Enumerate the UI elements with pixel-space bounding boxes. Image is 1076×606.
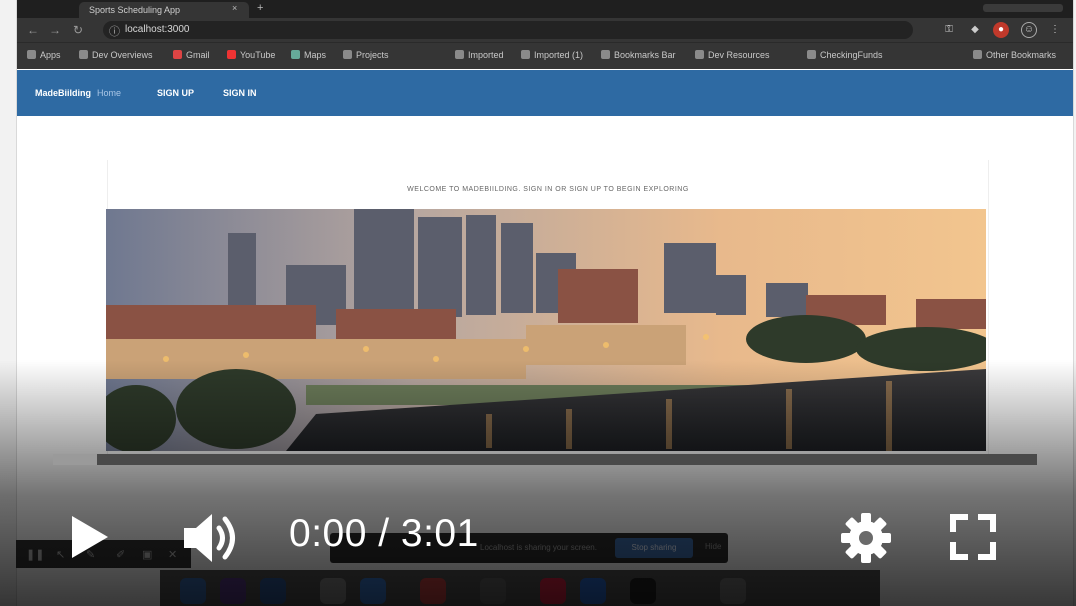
- cursor-icon[interactable]: ↖: [56, 548, 65, 561]
- apps-icon: [27, 50, 36, 59]
- app-icon[interactable]: [260, 578, 286, 604]
- terminal-icon[interactable]: [630, 578, 656, 604]
- signin-link[interactable]: SIGN IN: [223, 88, 257, 98]
- bookmark-item[interactable]: Bookmarks Bar: [601, 50, 676, 60]
- settings-button[interactable]: [840, 512, 892, 564]
- site-navbar: MadeBiilding Home SIGN UP SIGN IN: [17, 70, 1073, 116]
- address-bar[interactable]: ⓘ localhost:3000: [103, 21, 913, 39]
- site-info-icon[interactable]: ⓘ: [109, 23, 120, 39]
- folder-icon: [695, 50, 704, 59]
- close-icon[interactable]: ✕: [168, 548, 177, 561]
- pencil-icon[interactable]: ✐: [116, 548, 125, 561]
- back-icon[interactable]: ←: [27, 23, 39, 37]
- reload-icon[interactable]: ↻: [73, 23, 83, 37]
- volume-button[interactable]: [182, 510, 242, 566]
- bookmark-item[interactable]: Projects: [343, 50, 389, 60]
- brand-link[interactable]: MadeBiilding: [35, 88, 91, 98]
- url-text: localhost:3000: [125, 24, 190, 35]
- app-icon[interactable]: [420, 578, 446, 604]
- screen-share-text: Localhost is sharing your screen.: [480, 543, 597, 552]
- folder-icon: [601, 50, 610, 59]
- forward-icon[interactable]: →: [49, 23, 61, 37]
- play-button[interactable]: [68, 512, 112, 562]
- progress-played: [53, 454, 98, 465]
- video-progress-bar[interactable]: [53, 454, 1037, 465]
- hide-button[interactable]: Hide: [705, 542, 721, 551]
- fullscreen-button[interactable]: [950, 514, 996, 560]
- bookmark-item[interactable]: Dev Resources: [695, 50, 770, 60]
- app-icon[interactable]: [360, 578, 386, 604]
- folder-icon: [973, 50, 982, 59]
- tab-title: Sports Scheduling App: [89, 5, 181, 15]
- extension-icon[interactable]: ⚿: [941, 22, 957, 38]
- os-dock: [160, 570, 880, 606]
- trash-icon[interactable]: [720, 578, 746, 604]
- menu-icon[interactable]: ⋮: [1047, 22, 1063, 38]
- signup-link[interactable]: SIGN UP: [157, 88, 194, 98]
- folder-icon: [521, 50, 530, 59]
- time-display: 0:00 / 3:01: [289, 512, 479, 555]
- bookmark-item[interactable]: Apps: [27, 50, 61, 60]
- bookmark-item[interactable]: Dev Overviews: [79, 50, 153, 60]
- bookmark-item[interactable]: Gmail: [173, 50, 210, 60]
- browser-toolbar: ← → ↻ ⓘ localhost:3000 ⚿ ◆ ● ☺ ⋮: [17, 18, 1073, 42]
- gmail-icon: [173, 50, 182, 59]
- profile-icon[interactable]: ☺: [1021, 22, 1037, 38]
- folder-icon: [455, 50, 464, 59]
- fullscreen-icon: [950, 514, 996, 560]
- new-tab-icon[interactable]: +: [257, 2, 263, 14]
- trash-icon[interactable]: ▣: [142, 548, 152, 561]
- puzzle-icon[interactable]: ◆: [967, 22, 983, 38]
- bookmark-item[interactable]: CheckingFunds: [807, 50, 883, 60]
- vscode-icon[interactable]: [580, 578, 606, 604]
- maps-icon: [291, 50, 300, 59]
- finder-icon[interactable]: [180, 578, 206, 604]
- browser-tabstrip: Sports Scheduling App × +: [17, 0, 1073, 18]
- bookmark-item[interactable]: Other Bookmarks: [973, 50, 1056, 60]
- app-icon[interactable]: [480, 578, 506, 604]
- window-controls[interactable]: [983, 4, 1063, 12]
- chrome-icon[interactable]: [540, 578, 566, 604]
- progress-loaded: [53, 454, 1037, 465]
- pause-icon[interactable]: ❚❚: [26, 548, 44, 561]
- volume-icon: [184, 514, 235, 562]
- app-icon[interactable]: [320, 578, 346, 604]
- bookmark-item[interactable]: Imported (1): [521, 50, 583, 60]
- folder-icon: [807, 50, 816, 59]
- folder-icon: [343, 50, 352, 59]
- bookmark-item[interactable]: Imported: [455, 50, 504, 60]
- bookmark-item[interactable]: Maps: [291, 50, 326, 60]
- play-icon: [72, 516, 108, 558]
- home-link[interactable]: Home: [97, 88, 121, 98]
- youtube-icon: [227, 50, 236, 59]
- welcome-text: WELCOME TO MADEBIILDING. SIGN IN OR SIGN…: [407, 186, 689, 193]
- record-icon[interactable]: ●: [993, 22, 1009, 38]
- bookmark-icon: [79, 50, 88, 59]
- tab-close-icon[interactable]: ×: [232, 3, 237, 13]
- browser-tab[interactable]: Sports Scheduling App: [79, 2, 249, 18]
- app-icon[interactable]: [220, 578, 246, 604]
- gear-icon: [841, 513, 891, 563]
- bookmarks-bar: Apps Dev Overviews Gmail YouTube Maps Pr…: [17, 42, 1073, 69]
- bookmark-item[interactable]: YouTube: [227, 50, 275, 60]
- city-skyline-image: [106, 209, 986, 451]
- stop-sharing-button[interactable]: Stop sharing: [615, 538, 693, 558]
